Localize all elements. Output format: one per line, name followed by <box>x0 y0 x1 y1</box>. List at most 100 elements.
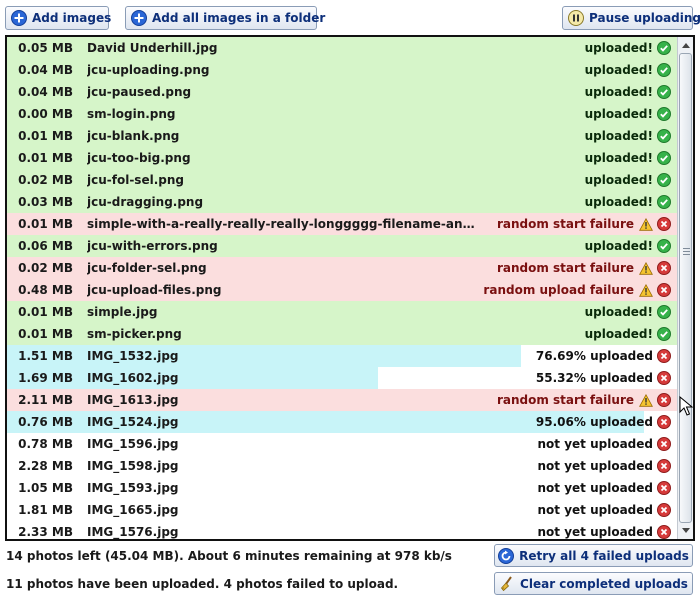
upload-status-text: 55.32% uploaded <box>535 371 653 385</box>
upload-row: 0.04 MB jcu-uploading.png uploaded! <box>7 59 677 81</box>
add-images-button[interactable]: Add images <box>5 6 111 30</box>
upload-status: uploaded! <box>585 327 653 341</box>
file-name: IMG_1596.jpg <box>87 437 179 451</box>
check-icon <box>657 173 671 187</box>
cancel-icon[interactable] <box>657 283 671 297</box>
cancel-icon[interactable] <box>657 371 671 385</box>
warning-icon <box>639 393 653 407</box>
file-name: IMG_1613.jpg <box>87 393 179 407</box>
retry-failed-label: Retry all 4 failed uploads <box>519 548 689 563</box>
cancel-icon[interactable] <box>657 525 671 539</box>
upload-list[interactable]: 0.05 MB David Underhill.jpg uploaded! 0.04 … <box>5 35 695 541</box>
file-size: 0.06 MB <box>18 239 73 253</box>
remaining-status-text: 14 photos left (45.04 MB). About 6 minut… <box>6 549 452 563</box>
cancel-icon[interactable] <box>657 415 671 429</box>
upload-status-text: uploaded! <box>584 151 653 165</box>
upload-status: 76.69% uploaded <box>536 349 653 363</box>
upload-status: random upload failure <box>483 283 653 297</box>
file-size: 2.33 MB <box>18 525 73 539</box>
file-size: 0.78 MB <box>18 437 73 451</box>
file-name: IMG_1598.jpg <box>87 459 179 473</box>
upload-status-text: uploaded! <box>584 129 653 143</box>
plus-icon <box>11 10 27 26</box>
upload-status-text: not yet uploaded <box>537 481 653 495</box>
file-size: 1.81 MB <box>18 503 73 517</box>
cancel-icon[interactable] <box>657 503 671 517</box>
file-size: 0.04 MB <box>18 63 73 77</box>
upload-status-text: uploaded! <box>584 107 653 121</box>
upload-status: not yet uploaded <box>538 459 653 473</box>
upload-status: uploaded! <box>585 173 653 187</box>
retry-failed-button[interactable]: Retry all 4 failed uploads <box>494 544 693 567</box>
upload-status: uploaded! <box>585 239 653 253</box>
file-name: jcu-with-errors.png <box>87 239 218 253</box>
file-size: 0.02 MB <box>18 173 73 187</box>
pause-uploading-button[interactable]: Pause uploading <box>562 6 700 30</box>
cancel-icon[interactable] <box>657 217 671 231</box>
check-icon <box>657 63 671 77</box>
file-size: 0.76 MB <box>18 415 73 429</box>
scroll-up-arrow-icon[interactable] <box>678 37 693 53</box>
upload-status: uploaded! <box>585 305 653 319</box>
progress-fill <box>7 345 521 367</box>
file-size: 0.01 MB <box>18 151 73 165</box>
upload-status: uploaded! <box>585 195 653 209</box>
upload-status-text: random upload failure <box>483 283 634 297</box>
upload-row: 0.02 MB jcu-folder-sel.png random start fa… <box>7 257 677 279</box>
upload-status-text: random start failure <box>496 393 634 407</box>
upload-status: uploaded! <box>585 151 653 165</box>
upload-summary-text: 11 photos have been uploaded. 4 photos f… <box>6 577 399 591</box>
file-size: 0.01 MB <box>18 327 73 341</box>
cancel-icon[interactable] <box>657 481 671 495</box>
upload-row: 1.51 MB IMG_1532.jpg 76.69% uploaded <box>7 345 677 367</box>
upload-status-text: not yet uploaded <box>537 437 653 451</box>
upload-status: uploaded! <box>585 107 653 121</box>
upload-row: 0.76 MB IMG_1524.jpg 95.06% uploaded <box>7 411 677 433</box>
file-size: 0.01 MB <box>18 129 73 143</box>
upload-status: random start failure <box>497 217 653 231</box>
upload-status-text: uploaded! <box>584 85 653 99</box>
file-name: sm-login.png <box>87 107 176 121</box>
scroll-down-arrow-icon[interactable] <box>678 523 693 539</box>
cancel-icon[interactable] <box>657 261 671 275</box>
pause-icon <box>568 10 584 26</box>
upload-status: not yet uploaded <box>538 437 653 451</box>
upload-row: 1.81 MB IMG_1665.jpg not yet uploaded <box>7 499 677 521</box>
upload-status: 95.06% uploaded <box>536 415 653 429</box>
add-folder-button[interactable]: Add all images in a folder <box>125 6 325 30</box>
file-name: jcu-upload-files.png <box>87 283 222 297</box>
upload-status: 55.32% uploaded <box>536 371 653 385</box>
upload-row: 0.04 MB jcu-paused.png uploaded! <box>7 81 677 103</box>
file-size: 2.11 MB <box>18 393 73 407</box>
scrollbar-thumb[interactable] <box>679 53 692 523</box>
vertical-scrollbar[interactable] <box>677 37 693 539</box>
file-size: 0.04 MB <box>18 85 73 99</box>
upload-row: 0.78 MB IMG_1596.jpg not yet uploaded <box>7 433 677 455</box>
file-name: simple-with-a-really-really-really-longg… <box>87 217 481 231</box>
file-size: 2.28 MB <box>18 459 73 473</box>
upload-status-text: uploaded! <box>584 195 653 209</box>
refresh-icon <box>498 547 515 564</box>
file-name: IMG_1665.jpg <box>87 503 179 517</box>
upload-row: 0.01 MB simple-with-a-really-really-reall… <box>7 213 677 235</box>
file-size: 1.51 MB <box>18 349 73 363</box>
upload-row: 0.02 MB jcu-fol-sel.png uploaded! <box>7 169 677 191</box>
file-name: jcu-uploading.png <box>87 63 210 77</box>
upload-row: 2.11 MB IMG_1613.jpg random start failure <box>7 389 677 411</box>
file-size: 1.05 MB <box>18 481 73 495</box>
cancel-icon[interactable] <box>657 459 671 473</box>
upload-status: uploaded! <box>585 85 653 99</box>
warning-icon <box>639 261 653 275</box>
file-size: 0.01 MB <box>18 217 73 231</box>
upload-row: 2.33 MB IMG_1576.jpg not yet uploaded <box>7 521 677 539</box>
file-size: 0.05 MB <box>18 41 73 55</box>
upload-status: uploaded! <box>585 41 653 55</box>
clear-completed-button[interactable]: Clear completed uploads <box>494 572 693 595</box>
upload-row: 2.28 MB IMG_1598.jpg not yet uploaded <box>7 455 677 477</box>
upload-row: 0.05 MB David Underhill.jpg uploaded! <box>7 37 677 59</box>
file-name: jcu-blank.png <box>87 129 180 143</box>
cancel-icon[interactable] <box>657 349 671 363</box>
cancel-icon[interactable] <box>657 393 671 407</box>
check-icon <box>657 41 671 55</box>
cancel-icon[interactable] <box>657 437 671 451</box>
